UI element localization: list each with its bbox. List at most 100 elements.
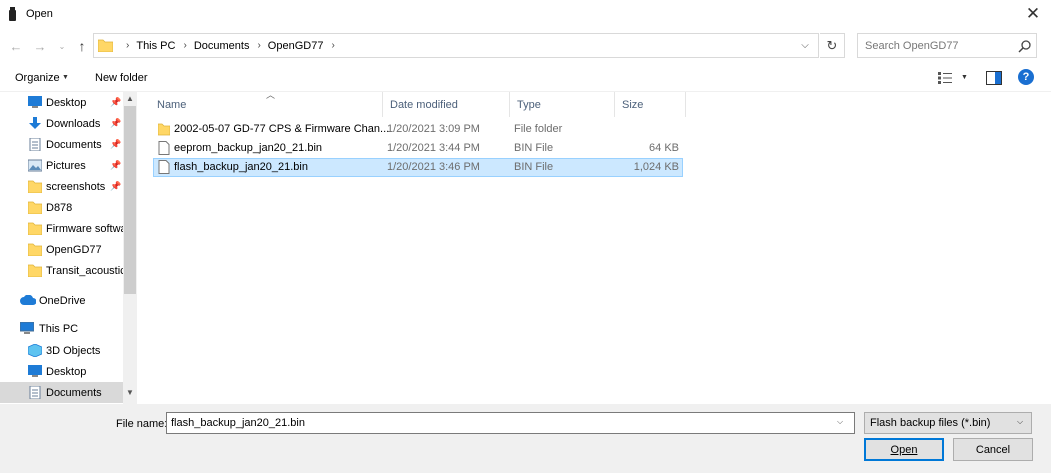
folder-icon bbox=[28, 264, 42, 277]
preview-pane-icon[interactable] bbox=[986, 71, 1002, 85]
downloads-icon bbox=[29, 117, 41, 129]
column-header-label: Name bbox=[157, 98, 187, 111]
pin-icon[interactable]: 📌 bbox=[110, 181, 121, 192]
file-name: flash_backup_jan20_21.bin bbox=[174, 161, 308, 173]
address-history-dropdown[interactable]: ⌵ bbox=[794, 34, 816, 57]
chevron-down-icon: ⌵ bbox=[1017, 417, 1024, 426]
scroll-down-icon[interactable]: ▼ bbox=[123, 388, 137, 400]
sidebar-item-onedrive[interactable]: OneDrive bbox=[0, 290, 123, 311]
sidebar-item-label: Transit_acoustic bbox=[46, 264, 126, 277]
column-header-name[interactable]: Name ︿ bbox=[150, 90, 383, 117]
sidebar-item-desktop[interactable]: Desktop 📌 bbox=[0, 92, 123, 113]
sidebar-item-label: screenshots bbox=[46, 180, 106, 193]
chevron-down-icon[interactable]: ⌵ bbox=[837, 417, 843, 427]
file-icon bbox=[158, 160, 170, 174]
refresh-icon: ↻ bbox=[826, 37, 838, 53]
search-input[interactable]: Search OpenGD77 bbox=[865, 40, 959, 52]
nav-scrollbar[interactable]: ▲ ▼ bbox=[123, 92, 137, 404]
footer-panel: File name: flash_backup_jan20_21.bin ⌵ F… bbox=[0, 404, 1051, 473]
file-name-value[interactable]: flash_backup_jan20_21.bin bbox=[171, 417, 305, 429]
cancel-button[interactable]: Cancel bbox=[953, 438, 1033, 461]
folder-icon bbox=[158, 123, 170, 136]
pin-icon[interactable]: 📌 bbox=[110, 160, 121, 171]
sidebar-item-label: OpenGD77 bbox=[46, 243, 102, 256]
file-type-select[interactable]: Flash backup files (*.bin) ⌵ bbox=[864, 412, 1032, 434]
organize-button[interactable]: Organize bbox=[15, 72, 60, 84]
close-icon: ✕ bbox=[1025, 4, 1041, 23]
computer-icon bbox=[20, 322, 34, 334]
pin-icon[interactable]: 📌 bbox=[110, 97, 121, 108]
sort-ascending-icon: ︿ bbox=[266, 90, 276, 100]
3d-objects-icon bbox=[28, 344, 42, 357]
file-row[interactable]: 2002-05-07 GD-77 CPS & Firmware Chan... … bbox=[153, 120, 683, 139]
file-name-label: File name: bbox=[116, 418, 168, 430]
column-header-type[interactable]: Type bbox=[510, 92, 615, 117]
sidebar-item-label: OneDrive bbox=[39, 294, 86, 307]
column-header-date[interactable]: Date modified bbox=[383, 92, 510, 117]
back-button[interactable]: ← bbox=[6, 36, 26, 56]
column-header-size[interactable]: Size bbox=[615, 92, 686, 117]
pin-icon[interactable]: 📌 bbox=[110, 139, 121, 150]
close-button[interactable]: ✕ bbox=[1015, 0, 1051, 28]
sidebar-item-opengd77[interactable]: OpenGD77 bbox=[0, 239, 123, 260]
breadcrumb-documents[interactable]: Documents bbox=[194, 40, 250, 52]
sidebar-item-3d-objects[interactable]: 3D Objects bbox=[0, 340, 123, 361]
sidebar-item-screenshots[interactable]: screenshots 📌 bbox=[0, 176, 123, 197]
sidebar-item-downloads[interactable]: Downloads 📌 bbox=[0, 113, 123, 134]
scroll-up-icon[interactable]: ▲ bbox=[123, 94, 137, 106]
file-date: 1/20/2021 3:09 PM bbox=[387, 123, 480, 135]
back-arrow-icon: ← bbox=[9, 38, 23, 54]
file-size: 64 KB bbox=[649, 142, 679, 154]
sidebar-item-transit-acoustic[interactable]: Transit_acoustic bbox=[0, 260, 126, 281]
breadcrumb-this-pc[interactable]: This PC bbox=[136, 40, 175, 52]
file-name: 2002-05-07 GD-77 CPS & Firmware Chan... bbox=[174, 123, 390, 135]
file-list: Name ︿ Date modified Type Size 2002-05-0… bbox=[145, 90, 1051, 404]
sidebar-item-label: Pictures bbox=[46, 159, 86, 172]
folder-icon bbox=[28, 222, 42, 235]
chevron-right-icon[interactable]: › bbox=[331, 40, 334, 51]
recent-locations-button[interactable]: ⌄ bbox=[55, 36, 69, 56]
cancel-button-label: Cancel bbox=[975, 443, 1011, 456]
breadcrumb-opengd77[interactable]: OpenGD77 bbox=[268, 40, 324, 52]
sidebar-item-pc-documents[interactable]: Documents bbox=[0, 382, 123, 403]
desktop-icon bbox=[28, 365, 42, 377]
sidebar-item-label: This PC bbox=[39, 322, 79, 335]
file-type-value: Flash backup files (*.bin) bbox=[870, 417, 991, 429]
command-bar: Organize ▼ New folder bbox=[0, 64, 1051, 92]
open-button[interactable]: Open bbox=[864, 438, 944, 461]
refresh-button[interactable]: ↻ bbox=[820, 33, 845, 58]
sidebar-item-pc-desktop[interactable]: Desktop bbox=[0, 361, 123, 382]
caret-down-icon[interactable]: ▼ bbox=[62, 74, 69, 81]
chevron-right-icon[interactable]: › bbox=[257, 40, 260, 51]
file-row[interactable]: eeprom_backup_jan20_21.bin 1/20/2021 3:4… bbox=[153, 139, 683, 158]
documents-icon bbox=[29, 138, 41, 151]
sidebar-item-label: Downloads bbox=[46, 117, 101, 130]
caret-down-icon[interactable]: ▼ bbox=[961, 74, 968, 81]
up-button[interactable]: ↑ bbox=[72, 36, 92, 56]
column-header-label: Size bbox=[622, 98, 644, 111]
chevron-right-icon[interactable]: › bbox=[183, 40, 186, 51]
sidebar-item-label: Desktop bbox=[46, 365, 87, 378]
file-row-selected[interactable]: flash_backup_jan20_21.bin 1/20/2021 3:46… bbox=[153, 158, 683, 177]
help-icon[interactable]: ? bbox=[1018, 69, 1034, 85]
folder-icon bbox=[98, 39, 113, 52]
sidebar-item-pictures[interactable]: Pictures 📌 bbox=[0, 155, 123, 176]
scrollbar-thumb[interactable] bbox=[124, 106, 136, 294]
address-bar[interactable]: › This PC › Documents › OpenGD77 › ⌵ bbox=[93, 33, 819, 58]
sidebar-item-d878[interactable]: D878 bbox=[0, 197, 123, 218]
search-icon[interactable] bbox=[1018, 39, 1032, 53]
sidebar-item-label: Documents bbox=[46, 138, 102, 151]
file-icon bbox=[158, 141, 170, 155]
sidebar-item-documents[interactable]: Documents 📌 bbox=[0, 134, 123, 155]
sidebar-item-this-pc[interactable]: This PC bbox=[0, 318, 123, 339]
folder-icon bbox=[28, 243, 42, 256]
open-button-label: Open bbox=[890, 443, 918, 456]
new-folder-button[interactable]: New folder bbox=[95, 72, 148, 84]
sidebar-item-firmware-software[interactable]: Firmware softwa bbox=[0, 218, 127, 239]
sidebar-item-label: Firmware softwa bbox=[46, 222, 127, 235]
search-box[interactable]: Search OpenGD77 bbox=[857, 33, 1037, 58]
view-options-icon[interactable] bbox=[938, 71, 954, 85]
file-name-field[interactable]: flash_backup_jan20_21.bin ⌵ bbox=[166, 412, 855, 434]
forward-button[interactable]: → bbox=[30, 36, 50, 56]
pin-icon[interactable]: 📌 bbox=[110, 118, 121, 129]
